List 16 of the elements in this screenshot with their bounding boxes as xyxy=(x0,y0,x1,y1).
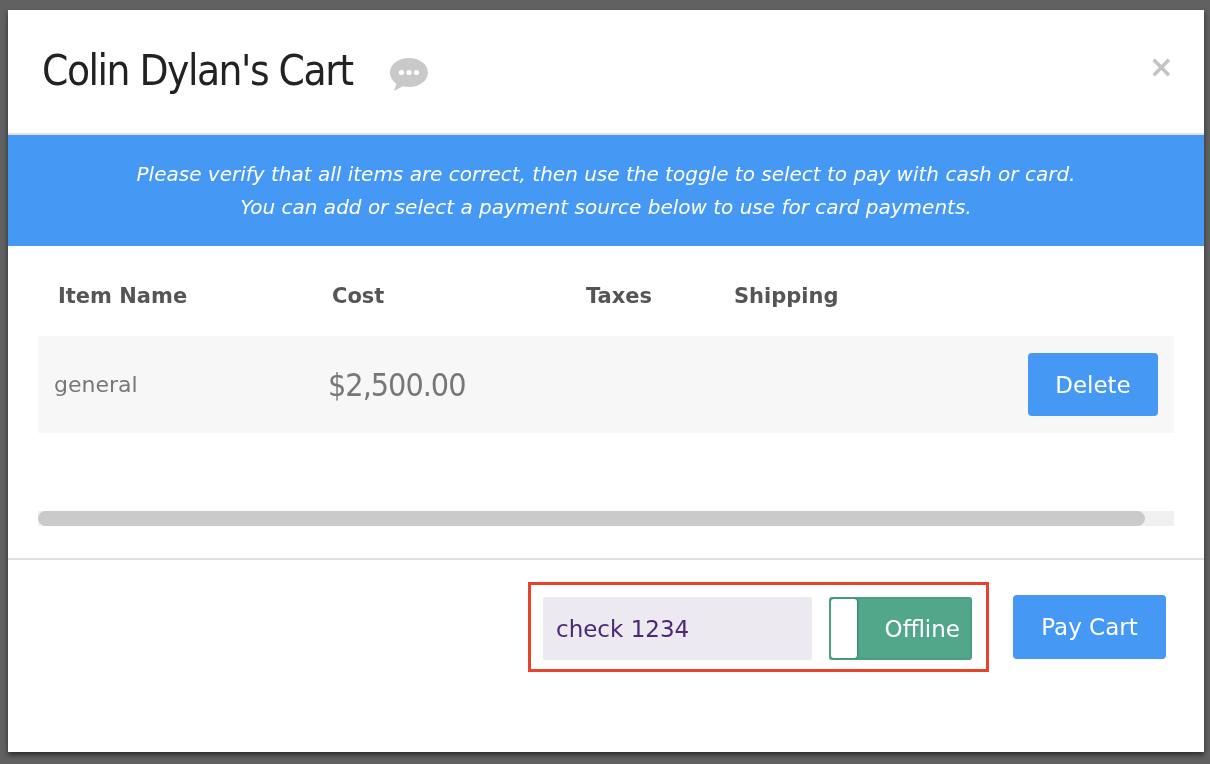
column-header: Cost xyxy=(332,284,385,308)
column-header: Item Name xyxy=(58,284,188,308)
chat-bubble-icon[interactable] xyxy=(390,58,429,91)
table-cell: general xyxy=(54,372,138,397)
close-button[interactable]: × xyxy=(1148,51,1174,82)
column-header: Taxes xyxy=(586,284,653,308)
reference-input[interactable]: check 1234 xyxy=(543,597,812,660)
banner-text: You can add or select a payment source below to use for card payments. xyxy=(240,195,972,219)
dialog-title: Colin Dylan's Cart xyxy=(41,48,354,95)
toggle-knob[interactable] xyxy=(831,599,857,658)
banner-text: Please verify that all items are correct, then use the toggle to select to pay with cash or card. xyxy=(136,162,1076,186)
payment-toggle[interactable]: Offline xyxy=(829,597,972,660)
column-header: Shipping xyxy=(734,284,839,308)
delete-button[interactable]: Delete xyxy=(1028,353,1158,416)
pay-cart-button[interactable]: Pay Cart xyxy=(1013,595,1166,659)
table-cell: $2,500.00 xyxy=(328,365,466,404)
